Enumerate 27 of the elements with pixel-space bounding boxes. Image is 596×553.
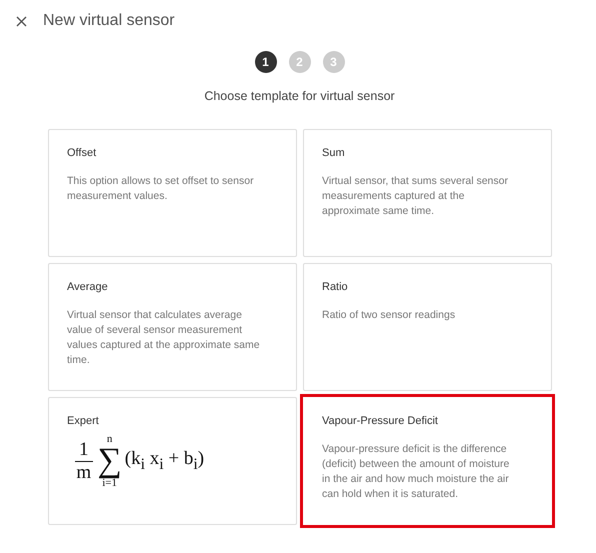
sum-lower-limit: i=1 [102,477,117,489]
formula-denominator: m [76,462,92,484]
card-title: Vapour-Pressure Deficit [322,415,439,427]
card-title: Expert [67,415,100,427]
template-card[interactable]: Sum Virtual sensor, that sums several sensor measurements captured at the approximate same time. [303,129,552,257]
close-button[interactable] [14,14,29,28]
step-indicator[interactable]: 1 [254,51,276,73]
card-title: Offset [67,147,98,159]
card-description: Ratio of two sensor readings [322,308,456,323]
template-card[interactable]: Ratio Ratio of two sensor readings [303,263,552,391]
sum-upper-limit: n [106,433,112,445]
card-description: Virtual sensor that calculates average value of several sensor measurement values captured at the approximate same time. [67,308,260,368]
formula-numerator: 1 [75,438,92,462]
subtitle: Choose template for virtual sensor [203,89,396,103]
template-card[interactable]: Vapour-Pressure Deficit Vapour-pressure deficit is the difference (deficit) between the amount of moisture in the air and how much moisture the air can hold when it is saturated. [300,394,555,528]
template-card[interactable]: Average Virtual sensor that calculates average value of several sensor measurement values captured at the approximate same time. [48,263,297,391]
card-description: Virtual sensor, that sums several sensor measurements captured at the approximate same time. [322,174,509,219]
formula-term: (k$_{i}$ x$_{i}$ + b$_{i}$) [124,448,204,474]
card-title: Ratio [322,281,349,293]
card-title: Sum [322,147,346,159]
card-title: Average [67,281,109,293]
close-icon [16,16,27,26]
template-card[interactable]: Offset This option allows to set offset to sensor measurement values. [48,129,297,257]
sum-symbol: ∑ [98,445,122,477]
window-title: New virtual sensor [43,12,175,30]
card-description: This option allows to set offset to sensor measurement values. [67,174,255,204]
card-description: Vapour-pressure deficit is the difference (deficit) between the amount of moisture in the air and how much moisture the air can hold when it is saturated. [322,442,510,502]
